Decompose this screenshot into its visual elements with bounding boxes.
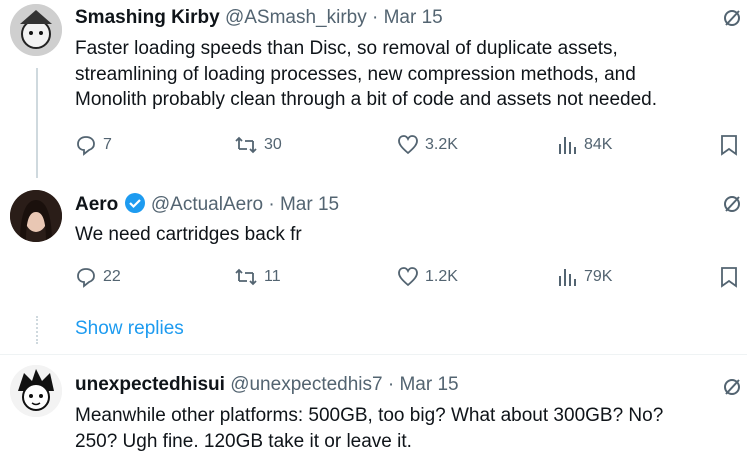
grok-icon[interactable] — [722, 194, 742, 219]
show-replies-link[interactable]: Show replies — [75, 318, 184, 340]
separator: · — [388, 374, 394, 395]
reply-button[interactable]: 7 — [75, 134, 112, 156]
views-button[interactable]: 84K — [556, 134, 612, 156]
tweet-text: Faster loading speeds than Disc, so remo… — [75, 36, 657, 113]
tweet-text-line: Meanwhile other platforms: 500GB, too bi… — [75, 403, 663, 429]
views-icon — [556, 134, 578, 156]
reply-icon — [75, 134, 97, 156]
bookmark-icon — [720, 134, 738, 156]
view-count: 84K — [584, 136, 612, 154]
display-name[interactable]: Smashing Kirby — [75, 7, 220, 28]
like-count: 1.2K — [425, 268, 458, 286]
tweet-header: unexpectedhisui @unexpectedhis7 · Mar 15 — [75, 373, 459, 397]
repost-count: 30 — [264, 136, 282, 154]
views-icon — [556, 266, 578, 288]
repost-icon — [234, 266, 258, 288]
tweet[interactable]: unexpectedhisui @unexpectedhis7 · Mar 15… — [0, 355, 747, 451]
tweet-text-line: We need cartridges back fr — [75, 222, 302, 248]
views-button[interactable]: 79K — [556, 266, 612, 288]
reply-icon — [75, 266, 97, 288]
verified-badge-icon — [124, 192, 146, 221]
display-name[interactable]: Aero — [75, 194, 118, 215]
like-count: 3.2K — [425, 136, 458, 154]
view-count: 79K — [584, 268, 612, 286]
like-button[interactable]: 3.2K — [397, 134, 458, 156]
reply-count: 22 — [103, 268, 121, 286]
thread-dots — [36, 316, 40, 344]
handle[interactable]: @ASmash_kirby — [225, 7, 367, 28]
heart-icon — [397, 134, 419, 156]
avatar[interactable] — [10, 365, 62, 417]
heart-icon — [397, 266, 419, 288]
like-button[interactable]: 1.2K — [397, 266, 458, 288]
repost-button[interactable]: 11 — [234, 266, 281, 288]
bookmark-icon — [720, 266, 738, 288]
handle[interactable]: @unexpectedhis7 — [230, 374, 382, 395]
bookmark-button[interactable] — [720, 134, 738, 156]
timestamp[interactable]: Mar 15 — [384, 7, 443, 28]
repost-icon — [234, 134, 258, 156]
reply-count: 7 — [103, 136, 112, 154]
separator: · — [268, 194, 274, 215]
avatar[interactable] — [10, 4, 62, 56]
tweet-header: Smashing Kirby @ASmash_kirby · Mar 15 — [75, 6, 443, 30]
reply-button[interactable]: 22 — [75, 266, 121, 288]
tweet-text: Meanwhile other platforms: 500GB, too bi… — [75, 403, 663, 454]
display-name[interactable]: unexpectedhisui — [75, 374, 225, 395]
tweet-text-line: streamlining of loading processes, new c… — [75, 62, 657, 88]
grok-icon[interactable] — [722, 8, 742, 33]
separator: · — [372, 7, 378, 28]
action-bar: 7 30 3.2K 84K — [0, 134, 747, 158]
tweet-text-line: 250? Ugh fine. 120GB take it or leave it… — [75, 429, 663, 454]
tweet[interactable]: Aero @ActualAero · Mar 15 We need cartri… — [0, 180, 747, 300]
repost-count: 11 — [264, 268, 281, 286]
action-bar: 22 11 1.2K 79K — [0, 266, 747, 290]
timestamp[interactable]: Mar 15 — [399, 374, 458, 395]
tweet-text-line: Faster loading speeds than Disc, so remo… — [75, 36, 657, 62]
handle[interactable]: @ActualAero — [151, 194, 263, 215]
tweet[interactable]: Smashing Kirby @ASmash_kirby · Mar 15 Fa… — [0, 0, 747, 180]
bookmark-button[interactable] — [720, 266, 738, 288]
tweet-text: We need cartridges back fr — [75, 222, 302, 248]
tweet-header: Aero @ActualAero · Mar 15 — [75, 192, 339, 221]
repost-button[interactable]: 30 — [234, 134, 282, 156]
tweet-text-line: Monolith probably clean through a bit of… — [75, 87, 657, 113]
avatar[interactable] — [10, 190, 62, 242]
grok-icon[interactable] — [722, 377, 742, 402]
timestamp[interactable]: Mar 15 — [280, 194, 339, 215]
